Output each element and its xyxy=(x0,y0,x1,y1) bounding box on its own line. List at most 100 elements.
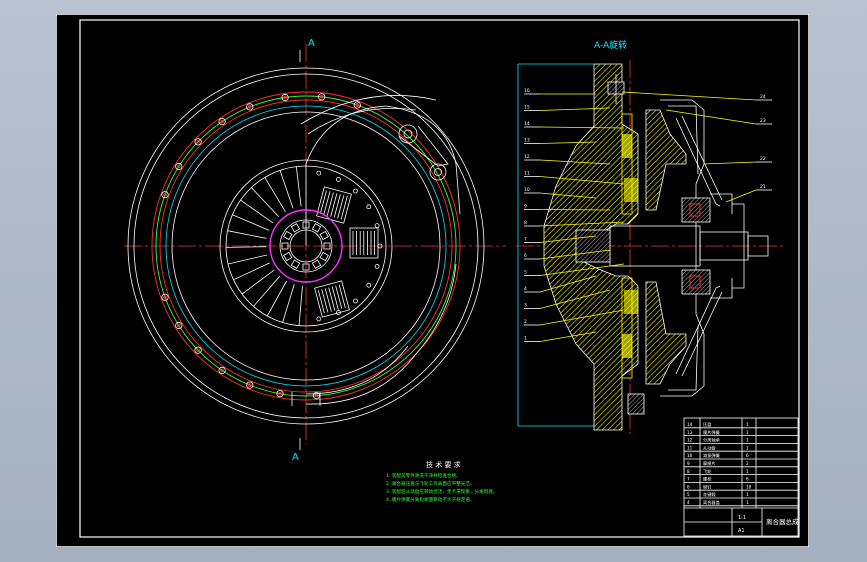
disc-rivet xyxy=(366,204,372,210)
disc-slot xyxy=(228,254,268,265)
part-number-left[interactable]: 1 xyxy=(524,336,527,342)
clutch-assembly-drawing[interactable]: A A A-A旋转 16151413121110987654321 242322… xyxy=(56,14,809,547)
bom-item-number[interactable]: 5 xyxy=(687,492,690,497)
spring-coil xyxy=(326,192,334,216)
spline-tooth xyxy=(283,230,293,241)
spring-coil xyxy=(323,191,331,215)
leader-line xyxy=(539,209,611,211)
spline-tooth xyxy=(290,223,301,233)
bom-item-name[interactable]: 压盘 xyxy=(703,421,711,428)
section-view-title[interactable]: A-A旋转 xyxy=(594,39,627,51)
tech-requirement-2[interactable]: 2. 离合器压盘与飞轮工作表面应平整光洁。 xyxy=(386,480,475,487)
bom-item-name[interactable]: 铆钉 xyxy=(703,483,712,490)
section-label-top: A xyxy=(308,38,315,49)
spring-coil xyxy=(337,195,345,219)
part-number-left[interactable]: 2 xyxy=(524,319,527,325)
disc-slot xyxy=(282,284,295,323)
disc-rivet xyxy=(335,177,341,182)
lower-arc-1 xyxy=(305,263,457,405)
leader-line xyxy=(703,161,757,165)
section-label-bottom: A xyxy=(292,452,299,463)
leader-line xyxy=(621,91,757,101)
bom-item-qty[interactable]: 6 xyxy=(746,453,749,458)
part-number-right[interactable]: 24 xyxy=(760,94,766,100)
tech-requirement-3[interactable]: 3. 装配后从动盘应转动灵活，无卡滞现象，分离彻底。 xyxy=(386,488,498,495)
bom-item-number[interactable]: 12 xyxy=(687,438,693,443)
drawing-sheet-size[interactable]: A1 xyxy=(738,528,745,534)
bom-item-number[interactable]: 10 xyxy=(687,453,693,458)
cad-viewport[interactable]: A A A-A旋转 16 15 14 13 12 11 10 9 8 7 6 5… xyxy=(56,14,809,547)
disc-slot xyxy=(295,166,302,207)
bom-item-number[interactable]: 6 xyxy=(687,484,690,489)
bom-item-qty[interactable]: 1 xyxy=(746,445,749,450)
part-number-left[interactable]: 3 xyxy=(524,303,527,309)
part-number-left[interactable]: 10 xyxy=(524,187,530,193)
disc-slot xyxy=(298,285,303,326)
part-number-left[interactable]: 8 xyxy=(524,220,527,226)
bom-item-number[interactable]: 14 xyxy=(687,422,693,427)
bom-item-qty[interactable]: 1 xyxy=(746,438,749,443)
spring-coil xyxy=(330,193,338,217)
spring-coil xyxy=(317,290,325,314)
part-number-left[interactable]: 11 xyxy=(524,171,530,177)
bom-item-qty[interactable]: 18 xyxy=(746,484,752,489)
lower-bolt xyxy=(627,393,645,415)
disc-rivet xyxy=(353,188,358,194)
drawing-scale[interactable]: 1:1 xyxy=(738,515,746,521)
spring-coil xyxy=(321,289,329,313)
bom-item-name[interactable]: 膜片弹簧 xyxy=(703,429,720,436)
bom-item-name[interactable]: 飞轮 xyxy=(703,468,712,475)
disc-slot xyxy=(251,187,279,217)
disc-slot xyxy=(279,170,294,209)
part-number-left[interactable]: 4 xyxy=(524,286,527,292)
bom-table: 14 压盘 113 膜片弹簧 112 分离轴承 111 从动盘 110 减振弹簧 69 摩擦片 28 飞轮… xyxy=(684,418,798,508)
disc-slot xyxy=(264,177,286,212)
tech-requirement-4[interactable]: 4. 膜片弹簧分离指端面跳动不大于规定值。 xyxy=(386,496,475,503)
bom-item-qty[interactable]: 1 xyxy=(746,492,749,497)
spring-coil-group xyxy=(317,284,346,314)
part-number-left[interactable]: 14 xyxy=(524,121,530,127)
spline-tooth xyxy=(283,251,293,262)
bom-item-qty[interactable]: 1 xyxy=(746,430,749,435)
bom-item-name[interactable]: 分离轴承 xyxy=(703,437,721,444)
bom-item-qty[interactable]: 1 xyxy=(746,469,749,474)
bom-item-number[interactable]: 9 xyxy=(687,461,690,466)
leader-line xyxy=(725,189,757,203)
part-number-right[interactable]: 22 xyxy=(760,156,766,162)
part-number-left[interactable]: 6 xyxy=(524,253,527,259)
bom-item-qty[interactable]: 1 xyxy=(746,500,749,505)
bom-item-number[interactable]: 13 xyxy=(687,430,693,435)
part-number-left[interactable]: 5 xyxy=(524,270,527,276)
technical-requirements: 技 术 要 求 1. 装配前零件清洗干净并检查合格。 2. 离合器压盘与飞轮工作… xyxy=(386,460,498,503)
bom-item-number[interactable]: 8 xyxy=(687,469,690,474)
bom-item-number[interactable]: 7 xyxy=(687,477,690,482)
bom-item-name[interactable]: 离合器盖 xyxy=(703,499,720,506)
drawing-name[interactable]: 离合器总成 xyxy=(766,517,799,526)
bom-item-qty[interactable]: 1 xyxy=(746,422,749,427)
part-number-left[interactable]: 16 xyxy=(524,88,530,94)
bom-item-name[interactable]: 螺栓 xyxy=(703,476,712,483)
bom-item-name[interactable]: 从动盘 xyxy=(703,444,716,451)
section-view: A-A旋转 16151413121110987654321 24232221 xyxy=(516,39,786,434)
part-number-right[interactable]: 21 xyxy=(760,184,766,190)
part-number-right[interactable]: 23 xyxy=(760,118,766,124)
part-number-left[interactable]: 15 xyxy=(524,105,530,111)
bom-item-name[interactable]: 减振弹簧 xyxy=(703,452,720,459)
part-number-left[interactable]: 9 xyxy=(524,204,527,210)
damper-spring-section-upper xyxy=(624,178,638,202)
bom-item-name[interactable]: 花键毂 xyxy=(703,491,716,498)
spline-shaft-end xyxy=(575,229,611,263)
bom-item-name[interactable]: 摩擦片 xyxy=(703,460,716,467)
bom-item-qty[interactable]: 2 xyxy=(746,461,749,466)
part-number-left[interactable]: 13 xyxy=(524,138,530,144)
bom-item-number[interactable]: 11 xyxy=(687,445,693,450)
damper-spring-section-lower xyxy=(624,290,638,314)
bom-item-qty[interactable]: 6 xyxy=(746,477,749,482)
tech-requirement-1[interactable]: 1. 装配前零件清洗干净并检查合格。 xyxy=(386,472,461,479)
part-number-left[interactable]: 7 xyxy=(524,237,527,243)
part-number-left[interactable]: 12 xyxy=(524,154,530,160)
disc-slot xyxy=(225,246,267,248)
bom-item-number[interactable]: 4 xyxy=(687,500,690,505)
spring-coil xyxy=(331,286,339,310)
tech-requirements-title[interactable]: 技 术 要 求 xyxy=(426,460,461,469)
